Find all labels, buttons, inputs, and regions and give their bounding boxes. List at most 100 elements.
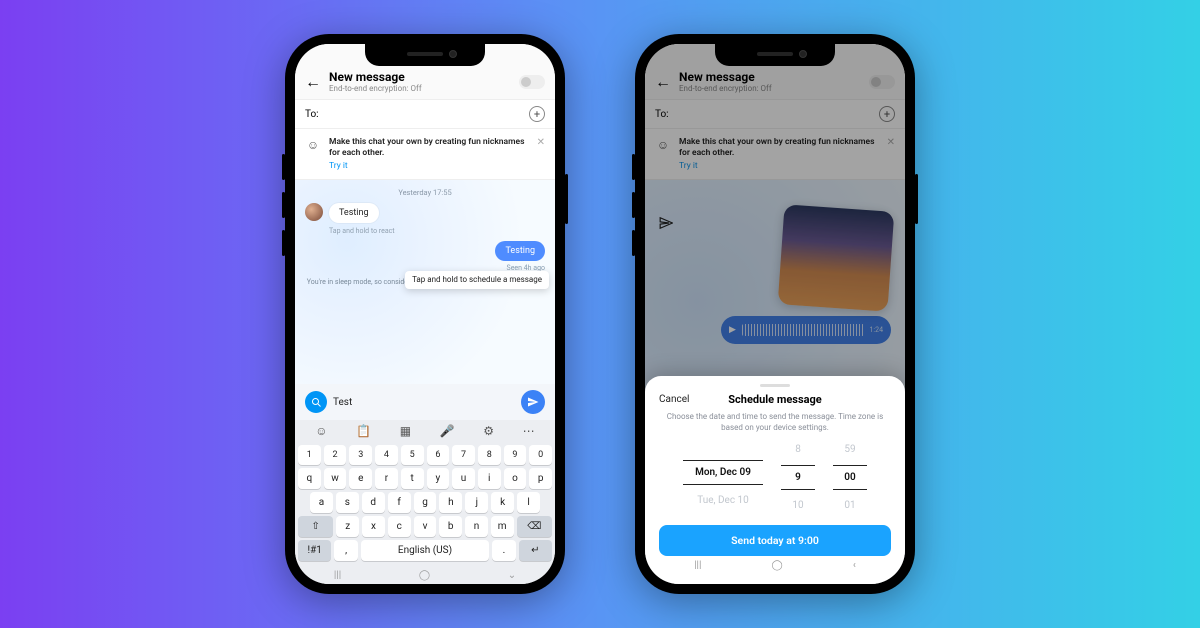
key-k[interactable]: k [491, 492, 514, 513]
home-icon[interactable]: ◯ [772, 560, 783, 571]
key-o[interactable]: o [504, 468, 527, 489]
key-l[interactable]: l [517, 492, 540, 513]
key-c[interactable]: c [388, 516, 411, 537]
key-u[interactable]: u [452, 468, 475, 489]
backspace-key[interactable]: ⌫ [517, 516, 552, 537]
gif-icon[interactable]: ▦ [400, 424, 411, 438]
key-2[interactable]: 2 [324, 445, 347, 465]
key-7[interactable]: 7 [452, 445, 475, 465]
schedule-sheet: Cancel Schedule message Choose the date … [645, 376, 905, 584]
sheet-grabber[interactable] [760, 384, 790, 387]
key-x[interactable]: x [362, 516, 385, 537]
more-icon[interactable]: ⋯ [523, 424, 535, 438]
key-row-1: qwertyuiop [298, 468, 552, 489]
space-key[interactable]: English (US) [361, 540, 490, 561]
android-navbar: ||| ◯ ⌄ [295, 566, 555, 584]
key-b[interactable]: b [439, 516, 462, 537]
hour-selected[interactable]: 9 [781, 465, 815, 490]
key-q[interactable]: q [298, 468, 321, 489]
back-nav-icon[interactable]: ‹ [853, 560, 856, 571]
recents-icon[interactable]: ||| [334, 570, 341, 581]
clipboard-icon[interactable]: 📋 [356, 424, 371, 438]
mic-icon[interactable]: 🎤 [440, 424, 455, 438]
date-selected[interactable]: Mon, Dec 09 [683, 460, 763, 485]
key-a[interactable]: a [310, 492, 333, 513]
back-icon[interactable]: ← [305, 72, 321, 92]
date-column[interactable]: Mon, Dec 09 Tue, Dec 10 [683, 450, 763, 506]
key-n[interactable]: n [465, 516, 488, 537]
hour-column[interactable]: 8 9 10 [781, 444, 815, 511]
header-subtitle: End-to-end encryption: Off [329, 84, 422, 93]
key-i[interactable]: i [478, 468, 501, 489]
send-button[interactable] [521, 390, 545, 414]
to-row[interactable]: To: + [295, 100, 555, 129]
screen-right: ← New message End-to-end encryption: Off… [645, 44, 905, 584]
key-g[interactable]: g [414, 492, 437, 513]
incoming-message[interactable]: Testing [305, 203, 545, 223]
home-icon[interactable]: ◯ [419, 570, 430, 581]
key-t[interactable]: t [401, 468, 424, 489]
key-f[interactable]: f [388, 492, 411, 513]
sleep-notice: You're in sleep mode, so consider closin… [305, 278, 545, 287]
settings-icon[interactable]: ⚙ [483, 424, 494, 438]
key-4[interactable]: 4 [375, 445, 398, 465]
chat-area: Yesterday 17:55 Testing Tap and hold to … [295, 180, 555, 384]
try-it-link[interactable]: Try it [329, 161, 348, 171]
keyboard: 1234567890 qwertyuiop asdfghjkl ⇧ zxcvbn… [295, 442, 555, 566]
sheet-title: Schedule message [728, 393, 821, 406]
key-w[interactable]: w [324, 468, 347, 489]
message-input[interactable] [333, 397, 515, 408]
incoming-bubble: Testing [329, 203, 379, 223]
outgoing-bubble[interactable]: Testing [495, 241, 545, 261]
key-row-nums: 1234567890 [298, 445, 552, 465]
key-z[interactable]: z [336, 516, 359, 537]
encryption-toggle[interactable] [519, 75, 545, 89]
key-e[interactable]: e [349, 468, 372, 489]
sheet-description: Choose the date and time to send the mes… [659, 412, 891, 434]
key-9[interactable]: 9 [504, 445, 527, 465]
minute-selected[interactable]: 00 [833, 465, 867, 490]
enter-key[interactable]: ↵ [519, 540, 552, 561]
add-recipient-icon[interactable]: + [529, 106, 545, 122]
key-h[interactable]: h [439, 492, 462, 513]
minute-column[interactable]: 59 00 01 [833, 444, 867, 511]
phone-right: ← New message End-to-end encryption: Off… [635, 34, 915, 594]
key-5[interactable]: 5 [401, 445, 424, 465]
cancel-button[interactable]: Cancel [659, 394, 689, 405]
header-title: New message [329, 70, 422, 84]
shift-key[interactable]: ⇧ [298, 516, 333, 537]
recents-icon[interactable]: ||| [694, 560, 701, 571]
key-d[interactable]: d [362, 492, 385, 513]
key-s[interactable]: s [336, 492, 359, 513]
back-nav-icon[interactable]: ⌄ [508, 570, 516, 581]
screen-left: ← New message End-to-end encryption: Off… [295, 44, 555, 584]
symbols-key[interactable]: !#1 [298, 540, 331, 561]
key-p[interactable]: p [529, 468, 552, 489]
timestamp: Yesterday 17:55 [305, 188, 545, 197]
key-j[interactable]: j [465, 492, 488, 513]
person-icon: ☺ [305, 137, 321, 153]
datetime-picker[interactable]: Mon, Dec 09 Tue, Dec 10 8 9 10 59 00 01 [659, 444, 891, 511]
notch [365, 44, 485, 66]
comma-key[interactable]: , [334, 540, 357, 561]
send-scheduled-button[interactable]: Send today at 9:00 [659, 525, 891, 556]
avatar[interactable] [305, 203, 323, 221]
key-m[interactable]: m [491, 516, 514, 537]
key-1[interactable]: 1 [298, 445, 321, 465]
schedule-tooltip: Tap and hold to schedule a message [405, 271, 549, 289]
key-row-2: asdfghjkl [298, 492, 552, 513]
period-key[interactable]: . [492, 540, 515, 561]
key-r[interactable]: r [375, 468, 398, 489]
close-icon[interactable]: ✕ [537, 137, 545, 148]
key-y[interactable]: y [427, 468, 450, 489]
key-3[interactable]: 3 [349, 445, 372, 465]
key-0[interactable]: 0 [529, 445, 552, 465]
notch [715, 44, 835, 66]
chat-header: ← New message End-to-end encryption: Off [295, 66, 555, 100]
key-6[interactable]: 6 [427, 445, 450, 465]
key-row-3-letters: zxcvbnm [336, 516, 513, 537]
key-8[interactable]: 8 [478, 445, 501, 465]
key-v[interactable]: v [414, 516, 437, 537]
camera-icon[interactable] [305, 391, 327, 413]
emoji-icon[interactable]: ☺ [315, 424, 327, 438]
